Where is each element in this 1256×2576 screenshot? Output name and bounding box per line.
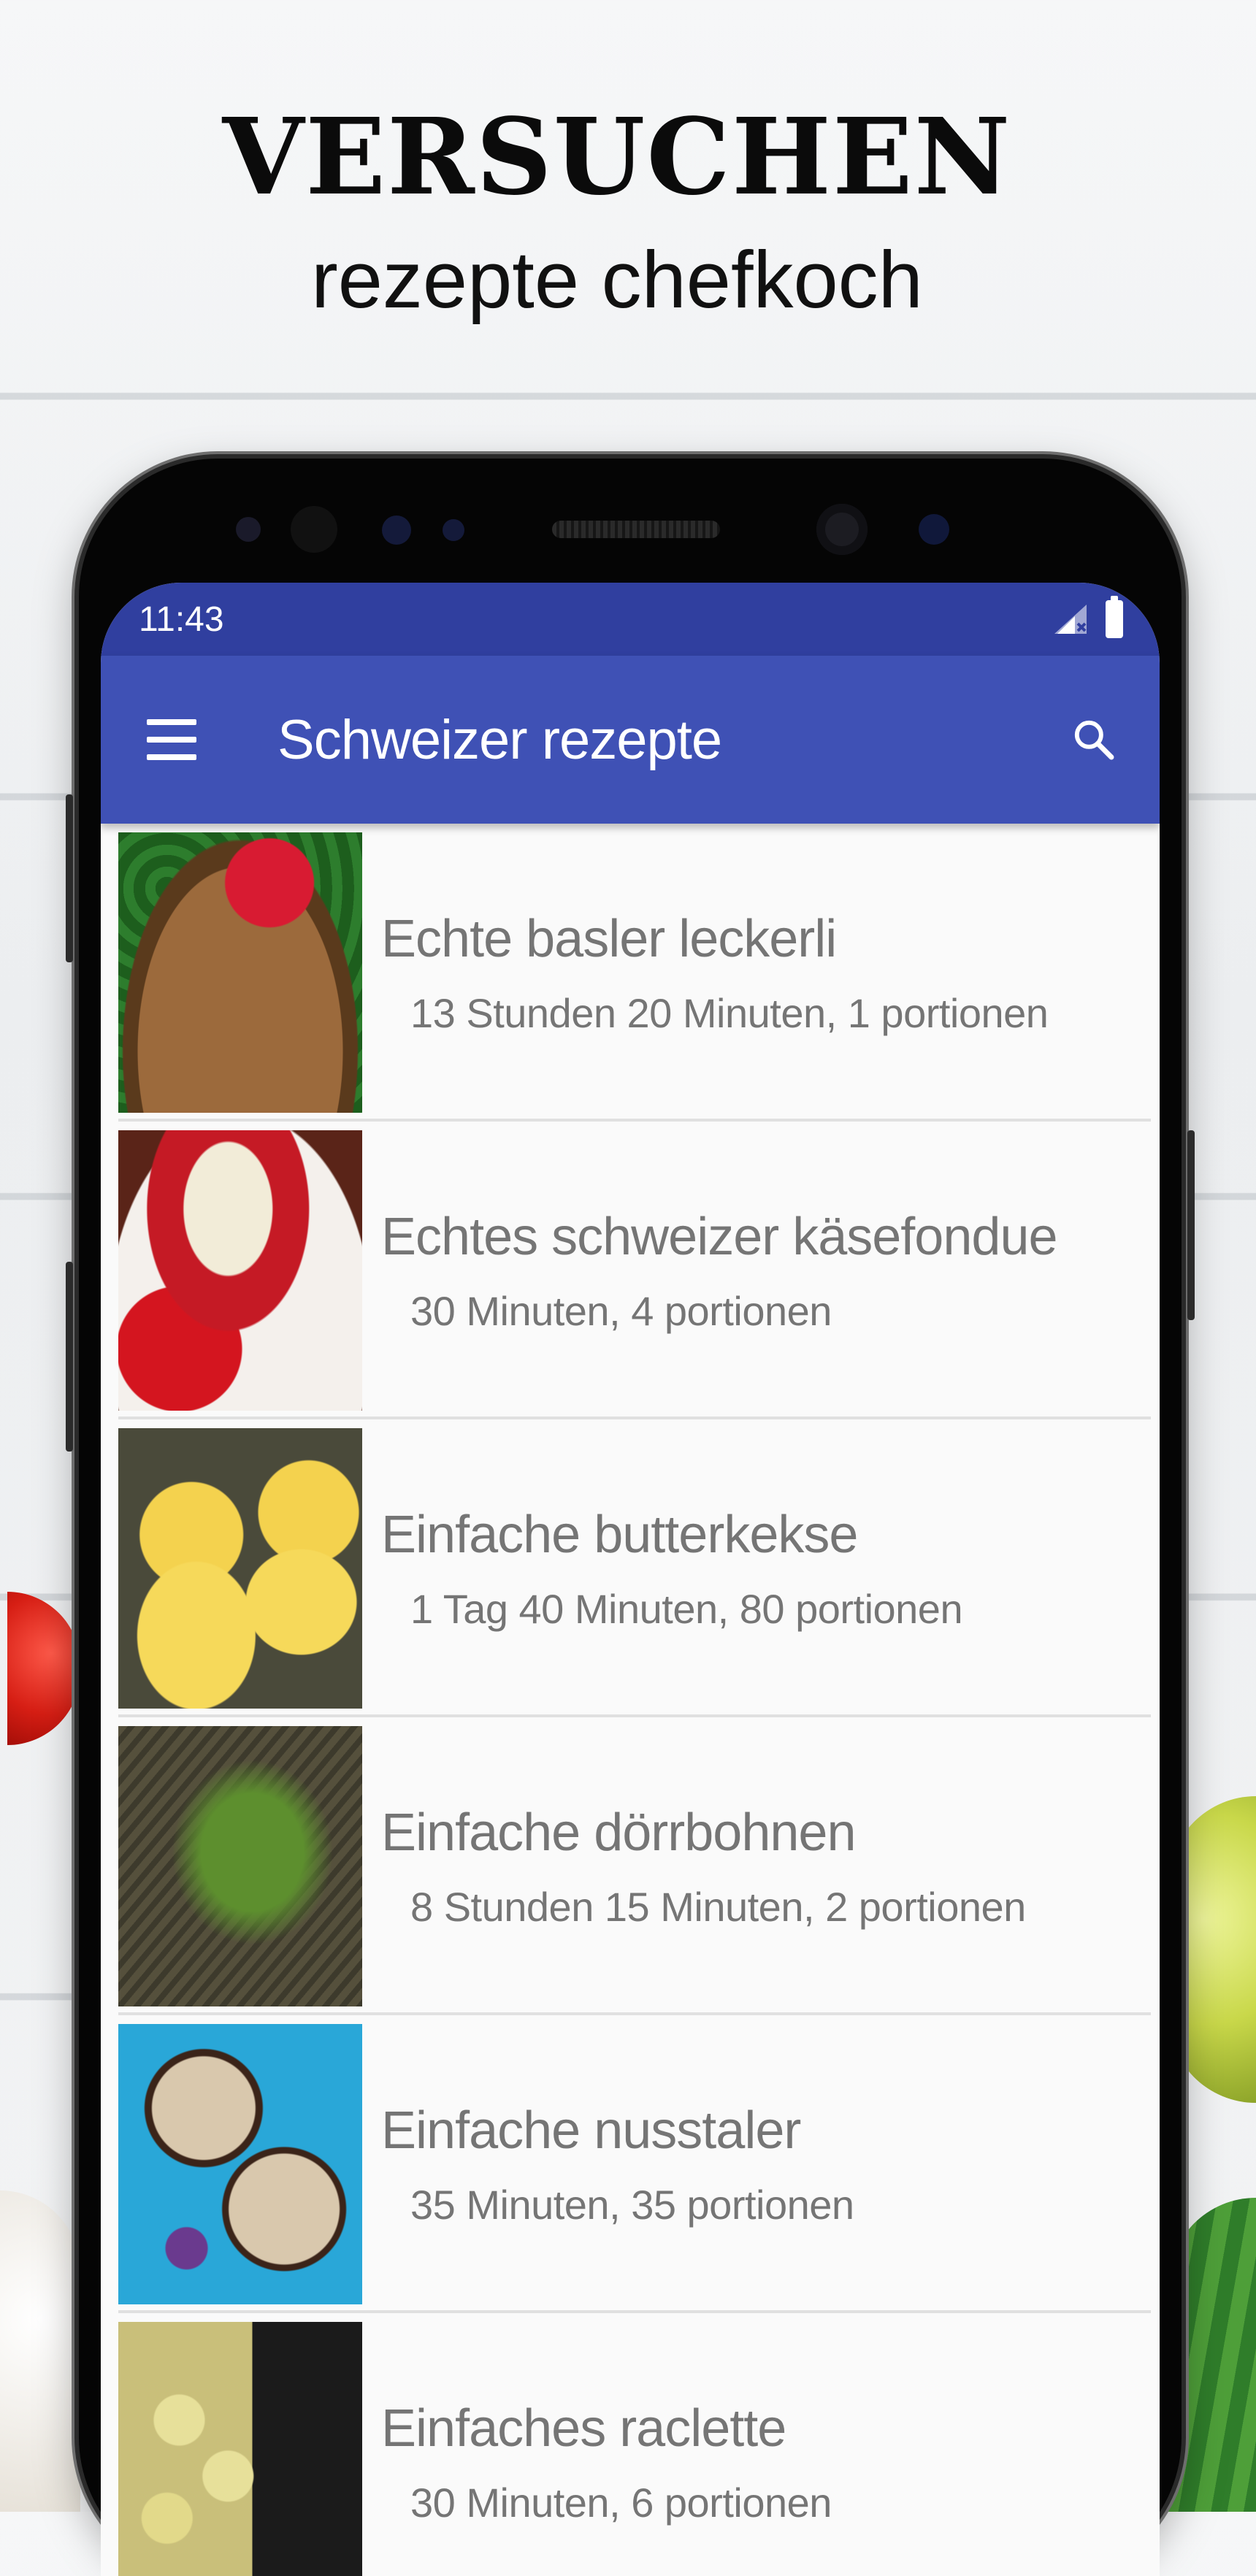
recipe-details: 13 Stunden 20 Minuten, 1 portionen [410,989,1049,1036]
recipe-title: Echtes schweizer käsefondue [381,1207,1058,1266]
search-button[interactable] [1057,703,1130,776]
iris-camera [382,515,411,545]
menu-icon [147,719,196,760]
list-item[interactable]: Echte basler leckerli 13 Stunden 20 Minu… [101,824,1160,1122]
recipe-thumbnail [118,1726,362,2006]
recipe-details: 35 Minuten, 35 portionen [410,2181,854,2228]
melon-decoration [1168,2198,1256,2512]
tomato-decoration [7,1592,80,1745]
recipe-text: Echtes schweizer käsefondue 30 Minuten, … [381,1207,1058,1335]
recipe-title: Einfaches raclette [381,2399,786,2458]
side-button [66,794,73,962]
iris-led [443,519,464,541]
recipe-text: Echte basler leckerli 13 Stunden 20 Minu… [381,909,1049,1037]
recipe-title: Einfache butterkekse [381,1505,858,1564]
sensor-dot [236,517,261,542]
recipe-text: Einfaches raclette 30 Minuten, 6 portion… [381,2399,832,2526]
recipe-title: Echte basler leckerli [381,909,837,968]
list-item[interactable]: Einfache nusstaler 35 Minuten, 35 portio… [101,2015,1160,2313]
recipe-details: 1 Tag 40 Minuten, 80 portionen [410,1585,963,1632]
signal-icon [1054,605,1087,634]
list-item[interactable]: Echtes schweizer käsefondue 30 Minuten, … [101,1122,1160,1419]
list-item[interactable]: Einfache butterkekse 1 Tag 40 Minuten, 8… [101,1419,1160,1717]
app-bar: Schweizer rezepte [101,656,1160,824]
recipe-thumbnail [118,2322,362,2576]
proximity-sensor [291,506,337,553]
phone-screen: 11:43 Schweizer rezepte Echte basler lec… [101,583,1160,2576]
battery-icon [1106,596,1123,638]
list-item[interactable]: Einfaches raclette 30 Minuten, 6 portion… [101,2313,1160,2576]
promo-headline: VERSUCHEN [222,95,1012,218]
recipe-details: 30 Minuten, 6 portionen [410,2479,832,2526]
status-bar: 11:43 [101,583,1160,656]
status-icons [1054,596,1123,638]
egg-decoration [0,2190,80,2512]
recipe-thumbnail [118,832,362,1113]
recipe-details: 8 Stunden 15 Minuten, 2 portionen [410,1883,1026,1930]
recipe-text: Einfache dörrbohnen 8 Stunden 15 Minuten… [381,1803,1026,1931]
earpiece-speaker [552,521,720,538]
light-sensor [919,514,949,545]
search-icon [1074,720,1114,760]
recipe-thumbnail [118,2024,362,2304]
recipe-title: Einfache nusstaler [381,2101,801,2160]
recipe-thumbnail [118,1130,362,1411]
recipe-title: Einfache dörrbohnen [381,1803,856,1862]
promo-subheadline: rezepte chefkoch [311,235,923,325]
side-button [66,1262,73,1452]
menu-button[interactable] [139,707,204,773]
app-title: Schweizer rezepte [277,708,722,771]
list-item[interactable]: Einfache dörrbohnen 8 Stunden 15 Minuten… [101,1717,1160,2015]
apple-decoration [1168,1796,1256,2103]
side-button [1187,1130,1195,1320]
phone-frame: 11:43 Schweizer rezepte Echte basler lec… [66,459,1195,2576]
recipe-text: Einfache butterkekse 1 Tag 40 Minuten, 8… [381,1505,963,1633]
recipe-text: Einfache nusstaler 35 Minuten, 35 portio… [381,2101,854,2228]
recipe-thumbnail [118,1428,362,1709]
status-time: 11:43 [139,599,224,639]
recipe-list: Echte basler leckerli 13 Stunden 20 Minu… [101,824,1160,2576]
front-camera [816,504,868,555]
recipe-details: 30 Minuten, 4 portionen [410,1287,832,1334]
